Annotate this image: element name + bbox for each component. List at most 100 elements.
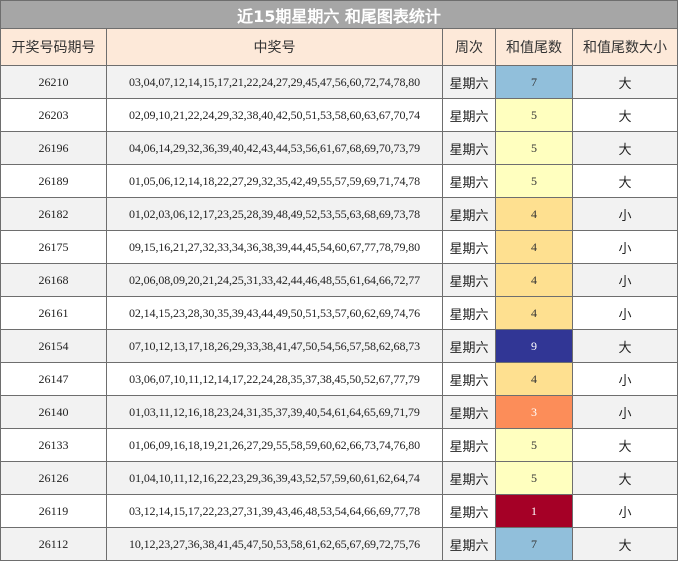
table-title: 近15期星期六 和尾图表统计	[0, 0, 678, 29]
table-row: 26210 03,04,07,12,14,15,17,21,22,24,27,29…	[0, 65, 678, 99]
weekday-cell: 星期六	[442, 197, 496, 231]
issue-cell: 26147	[0, 362, 107, 396]
sum-tail-cell: 9	[495, 329, 573, 363]
issue-cell: 26210	[0, 65, 107, 99]
table-row: 26182 01,02,03,06,12,17,23,25,28,39,48,49…	[0, 197, 678, 231]
sum-tail-cell: 4	[495, 197, 573, 231]
weekday-cell: 星期六	[442, 296, 496, 330]
table-row: 26112 10,12,23,27,36,38,41,45,47,50,53,58…	[0, 527, 678, 561]
header-numbers: 中奖号	[106, 28, 443, 66]
issue-cell: 26189	[0, 164, 107, 198]
winning-numbers-cell: 01,06,09,16,18,19,21,26,27,29,55,58,59,6…	[106, 428, 443, 462]
tail-size-cell: 大	[572, 98, 678, 132]
sum-tail-cell: 1	[495, 494, 573, 528]
tail-size-cell: 小	[572, 494, 678, 528]
header-weekday: 周次	[442, 28, 496, 66]
sum-tail-cell: 4	[495, 362, 573, 396]
tail-size-cell: 大	[572, 461, 678, 495]
weekday-cell: 星期六	[442, 263, 496, 297]
table-row: 26161 02,14,15,23,28,30,35,39,43,44,49,50…	[0, 296, 678, 330]
table-row: 26203 02,09,10,21,22,24,29,32,38,40,42,50…	[0, 98, 678, 132]
sum-tail-cell: 4	[495, 263, 573, 297]
tail-size-cell: 小	[572, 263, 678, 297]
table-row: 26140 01,03,11,12,16,18,23,24,31,35,37,39…	[0, 395, 678, 429]
winning-numbers-cell: 03,04,07,12,14,15,17,21,22,24,27,29,45,4…	[106, 65, 443, 99]
table-row: 26189 01,05,06,12,14,18,22,27,29,32,35,42…	[0, 164, 678, 198]
table-row: 26154 07,10,12,13,17,18,26,29,33,38,41,47…	[0, 329, 678, 363]
table-row: 26175 09,15,16,21,27,32,33,34,36,38,39,44…	[0, 230, 678, 264]
tail-size-cell: 大	[572, 428, 678, 462]
issue-cell: 26175	[0, 230, 107, 264]
sum-tail-cell: 3	[495, 395, 573, 429]
winning-numbers-cell: 01,04,10,11,12,16,22,23,29,36,39,43,52,5…	[106, 461, 443, 495]
winning-numbers-cell: 01,03,11,12,16,18,23,24,31,35,37,39,40,5…	[106, 395, 443, 429]
issue-cell: 26119	[0, 494, 107, 528]
issue-cell: 26168	[0, 263, 107, 297]
header-tail: 和值尾数	[495, 28, 573, 66]
tail-size-cell: 小	[572, 230, 678, 264]
weekday-cell: 星期六	[442, 131, 496, 165]
sum-tail-cell: 5	[495, 164, 573, 198]
tail-size-cell: 小	[572, 197, 678, 231]
lottery-tail-table-page: 近15期星期六 和尾图表统计 开奖号码期号 中奖号 周次 和值尾数 和值尾数大小…	[0, 0, 678, 561]
issue-cell: 26133	[0, 428, 107, 462]
weekday-cell: 星期六	[442, 329, 496, 363]
issue-cell: 26154	[0, 329, 107, 363]
issue-cell: 26140	[0, 395, 107, 429]
weekday-cell: 星期六	[442, 65, 496, 99]
sum-tail-cell: 7	[495, 65, 573, 99]
table-row: 26133 01,06,09,16,18,19,21,26,27,29,55,58…	[0, 428, 678, 462]
weekday-cell: 星期六	[442, 527, 496, 561]
issue-cell: 26203	[0, 98, 107, 132]
weekday-cell: 星期六	[442, 98, 496, 132]
sum-tail-cell: 7	[495, 527, 573, 561]
header-size: 和值尾数大小	[572, 28, 678, 66]
tail-size-cell: 大	[572, 65, 678, 99]
table-row: 26126 01,04,10,11,12,16,22,23,29,36,39,43…	[0, 461, 678, 495]
winning-numbers-cell: 07,10,12,13,17,18,26,29,33,38,41,47,50,5…	[106, 329, 443, 363]
winning-numbers-cell: 09,15,16,21,27,32,33,34,36,38,39,44,45,5…	[106, 230, 443, 264]
weekday-cell: 星期六	[442, 230, 496, 264]
weekday-cell: 星期六	[442, 428, 496, 462]
weekday-cell: 星期六	[442, 164, 496, 198]
table-body: 26210 03,04,07,12,14,15,17,21,22,24,27,29…	[0, 65, 678, 561]
tail-size-cell: 大	[572, 164, 678, 198]
winning-numbers-cell: 02,06,08,09,20,21,24,25,31,33,42,44,46,4…	[106, 263, 443, 297]
tail-size-cell: 大	[572, 527, 678, 561]
tail-size-cell: 大	[572, 131, 678, 165]
tail-size-cell: 小	[572, 296, 678, 330]
issue-cell: 26161	[0, 296, 107, 330]
table-row: 26196 04,06,14,29,32,36,39,40,42,43,44,53…	[0, 131, 678, 165]
winning-numbers-cell: 10,12,23,27,36,38,41,45,47,50,53,58,61,6…	[106, 527, 443, 561]
weekday-cell: 星期六	[442, 494, 496, 528]
sum-tail-cell: 5	[495, 131, 573, 165]
tail-size-cell: 小	[572, 395, 678, 429]
tail-size-cell: 小	[572, 362, 678, 396]
sum-tail-cell: 5	[495, 461, 573, 495]
issue-cell: 26112	[0, 527, 107, 561]
sum-tail-cell: 5	[495, 428, 573, 462]
header-issue: 开奖号码期号	[0, 28, 107, 66]
table-row: 26119 03,12,14,15,17,22,23,27,31,39,43,46…	[0, 494, 678, 528]
table-row: 26168 02,06,08,09,20,21,24,25,31,33,42,44…	[0, 263, 678, 297]
tail-size-cell: 大	[572, 329, 678, 363]
sum-tail-cell: 5	[495, 98, 573, 132]
issue-cell: 26182	[0, 197, 107, 231]
weekday-cell: 星期六	[442, 395, 496, 429]
weekday-cell: 星期六	[442, 461, 496, 495]
winning-numbers-cell: 01,02,03,06,12,17,23,25,28,39,48,49,52,5…	[106, 197, 443, 231]
winning-numbers-cell: 03,06,07,10,11,12,14,17,22,24,28,35,37,3…	[106, 362, 443, 396]
issue-cell: 26196	[0, 131, 107, 165]
winning-numbers-cell: 01,05,06,12,14,18,22,27,29,32,35,42,49,5…	[106, 164, 443, 198]
tail-statistics-table: 近15期星期六 和尾图表统计 开奖号码期号 中奖号 周次 和值尾数 和值尾数大小…	[0, 0, 678, 561]
title-row: 近15期星期六 和尾图表统计	[0, 0, 678, 29]
issue-cell: 26126	[0, 461, 107, 495]
table-row: 26147 03,06,07,10,11,12,14,17,22,24,28,35…	[0, 362, 678, 396]
header-row: 开奖号码期号 中奖号 周次 和值尾数 和值尾数大小	[0, 28, 678, 66]
sum-tail-cell: 4	[495, 296, 573, 330]
winning-numbers-cell: 03,12,14,15,17,22,23,27,31,39,43,46,48,5…	[106, 494, 443, 528]
winning-numbers-cell: 02,14,15,23,28,30,35,39,43,44,49,50,51,5…	[106, 296, 443, 330]
winning-numbers-cell: 02,09,10,21,22,24,29,32,38,40,42,50,51,5…	[106, 98, 443, 132]
weekday-cell: 星期六	[442, 362, 496, 396]
winning-numbers-cell: 04,06,14,29,32,36,39,40,42,43,44,53,56,6…	[106, 131, 443, 165]
